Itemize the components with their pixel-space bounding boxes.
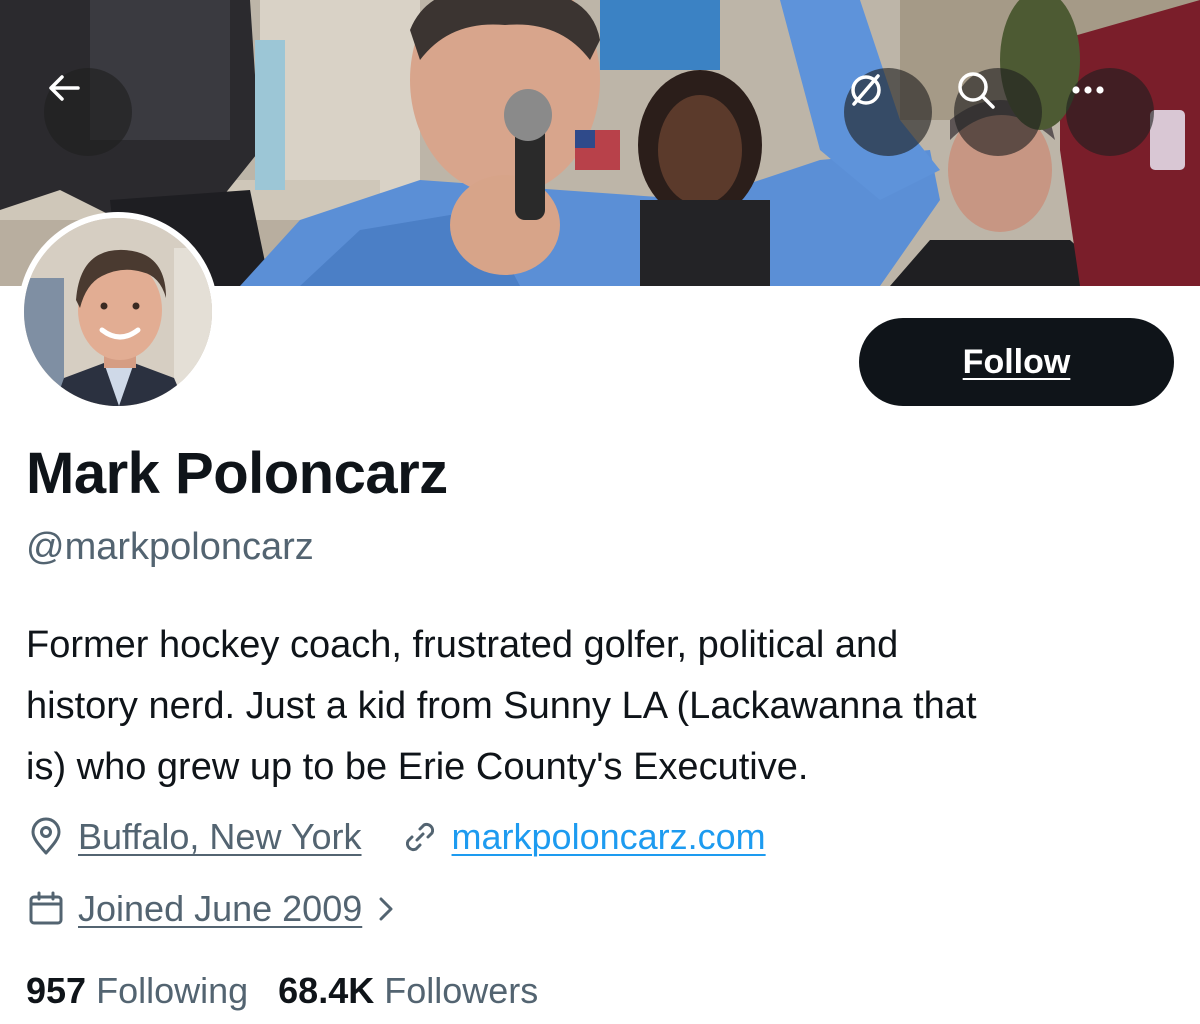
back-button[interactable] xyxy=(44,68,132,156)
joined-row[interactable]: Joined June 2009 xyxy=(26,884,410,934)
following-stat[interactable]: 957 Following xyxy=(26,970,248,1012)
location-pin-icon xyxy=(26,817,66,857)
following-label: Following xyxy=(96,970,249,1011)
calendar-icon xyxy=(26,889,66,929)
bio-line: is) who grew up to be Erie County's Exec… xyxy=(26,746,809,788)
display-name: Mark Poloncarz xyxy=(26,441,448,506)
avatar[interactable] xyxy=(18,212,218,412)
arrow-left-icon xyxy=(49,75,80,101)
following-count: 957 xyxy=(26,970,87,1011)
more-button[interactable] xyxy=(1066,68,1154,156)
followers-stat[interactable]: 68.4K Followers xyxy=(278,970,538,1012)
more-dots-icon xyxy=(1072,86,1104,94)
link-icon xyxy=(400,817,440,857)
handle: @markpoloncarz xyxy=(26,526,314,568)
eye-slash-circle-icon xyxy=(851,74,881,106)
chevron-right-icon xyxy=(374,891,398,927)
profile-meta-row: Buffalo, New York markpoloncarz.com xyxy=(26,812,766,862)
search-button[interactable] xyxy=(954,68,1042,156)
search-icon xyxy=(958,72,995,109)
bio-line: history nerd. Just a kid from Sunny LA (… xyxy=(26,685,977,727)
bio-line: Former hockey coach, frustrated golfer, … xyxy=(26,624,899,666)
avatar-photo xyxy=(24,218,212,406)
followers-label: Followers xyxy=(384,970,539,1011)
bio: Former hockey coach, frustrated golfer, … xyxy=(26,615,1176,798)
hide-banner-button[interactable] xyxy=(844,68,932,156)
website-link[interactable]: markpoloncarz.com xyxy=(452,816,766,858)
follow-button[interactable]: Follow xyxy=(859,318,1174,406)
joined-date[interactable]: Joined June 2009 xyxy=(78,888,362,930)
followers-count: 68.4K xyxy=(278,970,375,1011)
follow-stats: 957 Following 68.4K Followers xyxy=(26,966,538,1016)
location-link[interactable]: Buffalo, New York xyxy=(78,816,362,858)
profile-page: Follow Mark Poloncarz @markpoloncarz For… xyxy=(0,0,1200,1024)
